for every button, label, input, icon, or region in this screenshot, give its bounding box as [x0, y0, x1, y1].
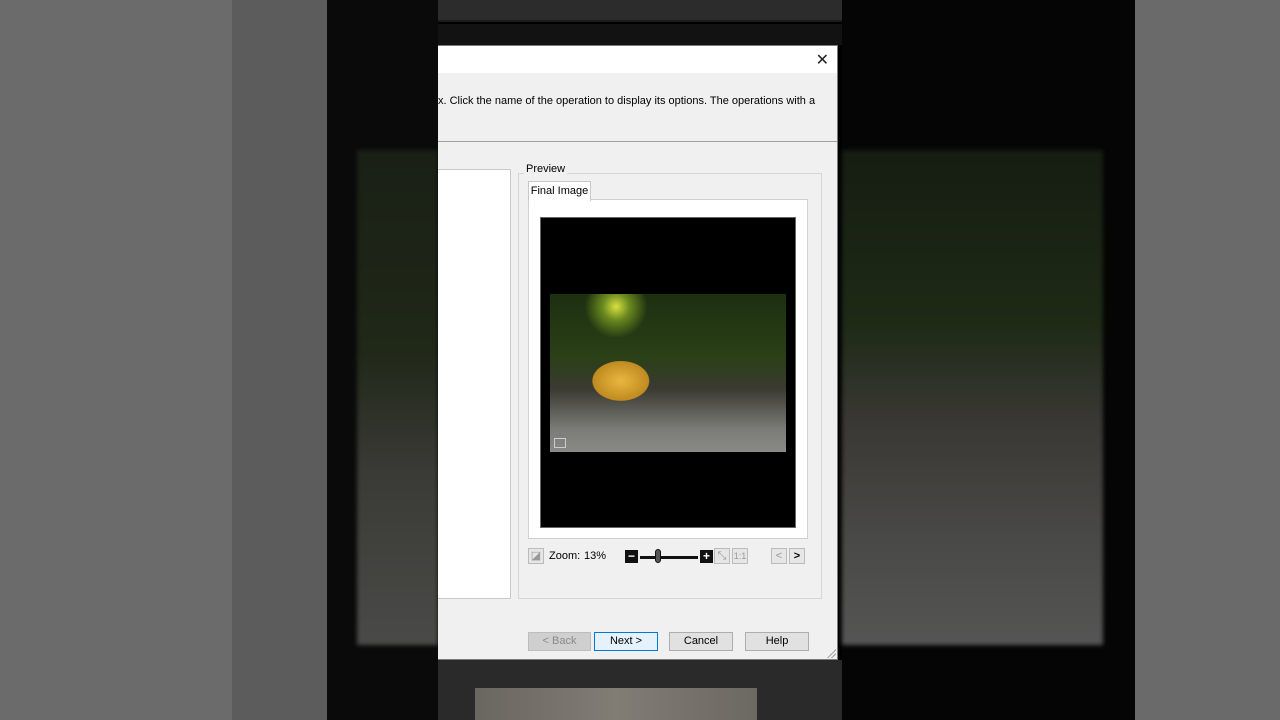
resize-grip-icon[interactable]	[826, 648, 836, 658]
zoom-fit-icon[interactable]: ⤡	[714, 548, 730, 564]
dialog-titlebar: ✕	[438, 46, 837, 73]
blurred-photo-left	[357, 150, 438, 645]
tab-final-image[interactable]: Final Image	[528, 181, 591, 201]
cancel-button[interactable]: Cancel	[669, 632, 733, 651]
blurred-background-left	[232, 0, 327, 720]
zoom-slider-track[interactable]	[640, 556, 698, 559]
zoom-out-button[interactable]: −	[625, 550, 638, 563]
app-background	[438, 24, 842, 45]
wizard-dialog: ✕ x. Click the name of the operation to …	[438, 45, 838, 660]
photo-thumbnail[interactable]	[475, 688, 757, 720]
zoom-slider-handle[interactable]	[655, 549, 661, 563]
operations-list[interactable]	[438, 169, 511, 599]
blurred-background-right	[1135, 0, 1280, 720]
next-button[interactable]: Next >	[594, 632, 658, 651]
zoom-in-button[interactable]: +	[700, 550, 713, 563]
zoom-actual-size-button[interactable]: 1:1	[732, 548, 748, 564]
preview-label: Preview	[524, 163, 568, 175]
blurred-photo-right	[842, 150, 1103, 645]
back-button[interactable]: < Back	[528, 632, 591, 651]
blurred-background-left	[0, 0, 232, 720]
fit-toggle-button[interactable]: ◪	[528, 548, 544, 564]
preview-image-mushroom	[550, 294, 786, 452]
app-toolbar	[438, 0, 842, 22]
previous-image-button[interactable]: <	[771, 548, 787, 564]
close-icon[interactable]: ✕	[816, 50, 829, 70]
help-button[interactable]: Help	[745, 632, 809, 651]
instruction-text: x. Click the name of the operation to di…	[438, 95, 816, 107]
zoom-label: Zoom:	[549, 550, 581, 562]
next-image-button[interactable]: >	[789, 548, 805, 564]
divider	[438, 141, 837, 142]
zoom-value: 13%	[584, 550, 607, 562]
watermark-logo	[554, 438, 566, 448]
